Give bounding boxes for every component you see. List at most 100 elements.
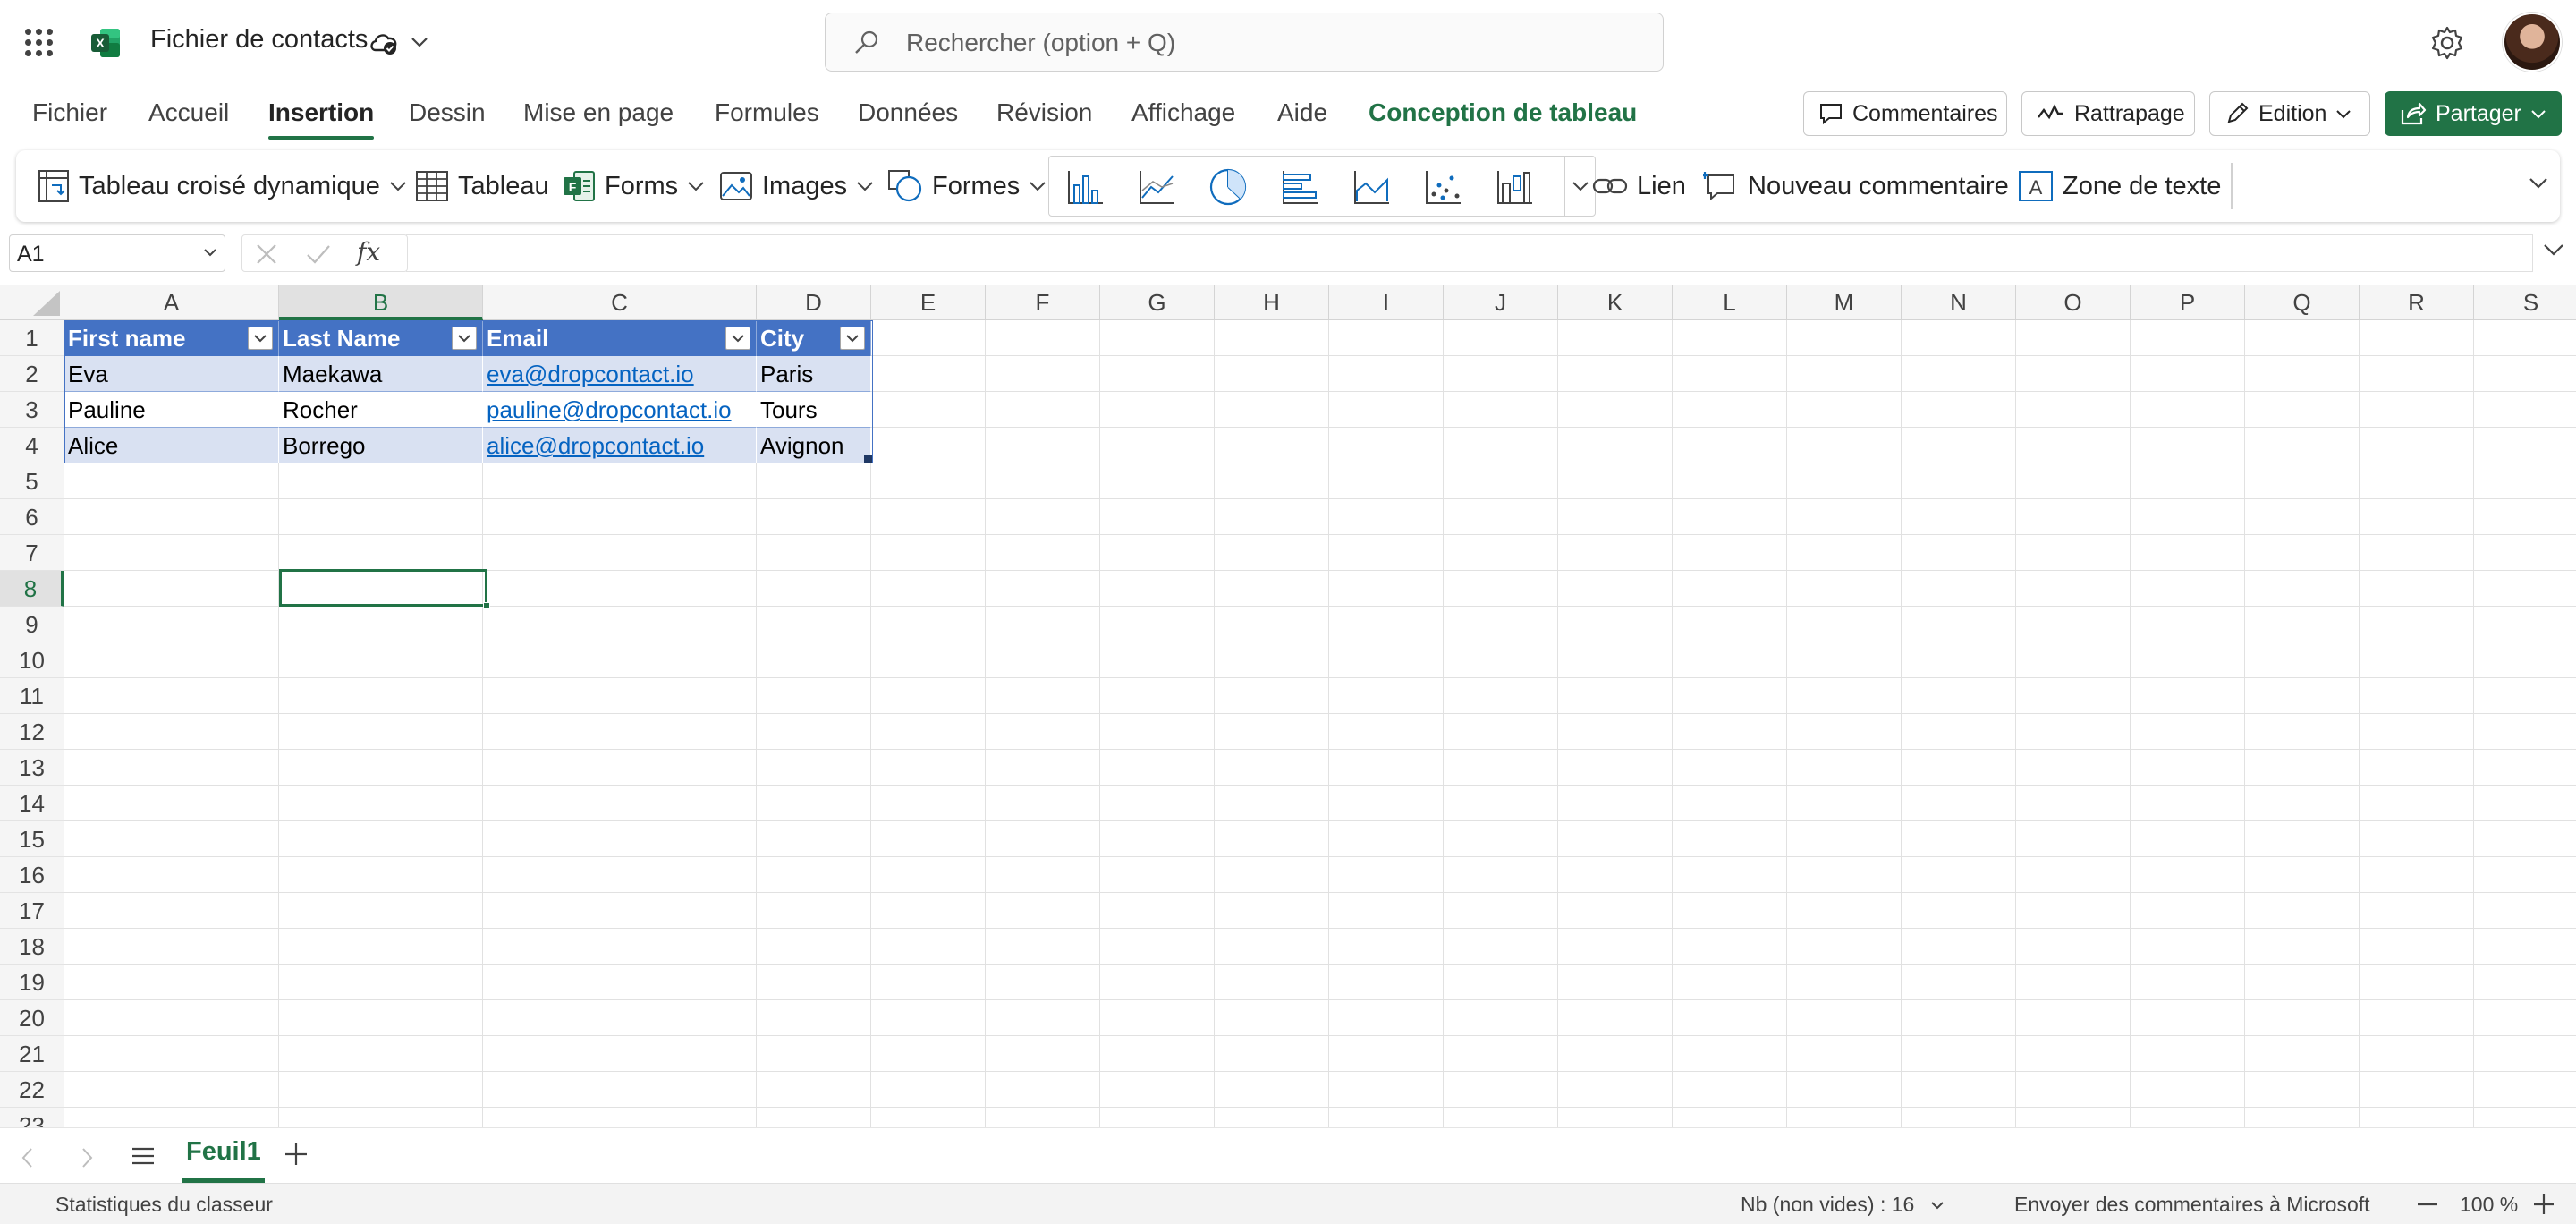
- comments-button[interactable]: Commentaires: [1803, 91, 2007, 136]
- email-link-cell[interactable]: pauline@dropcontact.io: [483, 392, 757, 428]
- tab-conception-de-tableau[interactable]: Conception de tableau: [1368, 98, 1637, 127]
- pie-chart-button[interactable]: [1203, 164, 1253, 210]
- line-chart-button[interactable]: [1131, 164, 1182, 210]
- scatter-chart-button[interactable]: [1418, 164, 1468, 210]
- column-header-c[interactable]: C: [483, 285, 757, 320]
- row-header-20[interactable]: 20: [0, 1000, 64, 1036]
- count-nonempty[interactable]: Nb (non vides) : 16: [1741, 1193, 1914, 1217]
- row-header-22[interactable]: 22: [0, 1072, 64, 1108]
- row-header-17[interactable]: 17: [0, 893, 64, 929]
- document-title[interactable]: Fichier de contacts: [150, 25, 368, 55]
- column-header-f[interactable]: F: [986, 285, 1100, 320]
- row-header-7[interactable]: 7: [0, 535, 64, 571]
- share-button[interactable]: Partager: [2385, 91, 2562, 136]
- tab-fichier[interactable]: Fichier: [32, 98, 107, 127]
- name-box[interactable]: A1: [9, 234, 225, 272]
- app-launcher-icon[interactable]: [25, 29, 54, 57]
- column-header-a[interactable]: A: [64, 285, 279, 320]
- tab-revision[interactable]: Révision: [996, 98, 1092, 127]
- table-header-cell[interactable]: Last Name: [279, 320, 483, 356]
- tab-accueil[interactable]: Accueil: [148, 98, 229, 127]
- tab-mise-en-page[interactable]: Mise en page: [523, 98, 674, 127]
- user-avatar[interactable]: [2503, 13, 2562, 72]
- row-header-5[interactable]: 5: [0, 463, 64, 499]
- tab-formules[interactable]: Formules: [715, 98, 819, 127]
- workbook-stats-button[interactable]: Statistiques du classeur: [55, 1193, 273, 1217]
- shapes-button[interactable]: Formes: [887, 165, 1046, 208]
- column-header-k[interactable]: K: [1558, 285, 1673, 320]
- table-data-cell[interactable]: Rocher: [279, 392, 483, 428]
- table-data-cell[interactable]: Alice: [64, 428, 279, 463]
- column-header-d[interactable]: D: [757, 285, 871, 320]
- tab-donnees[interactable]: Données: [858, 98, 958, 127]
- row-header-4[interactable]: 4: [0, 428, 64, 463]
- column-header-b[interactable]: B: [279, 285, 483, 320]
- forms-button[interactable]: F Forms: [562, 165, 705, 208]
- images-button[interactable]: Images: [719, 165, 874, 208]
- row-header-19[interactable]: 19: [0, 965, 64, 1000]
- row-header-16[interactable]: 16: [0, 857, 64, 893]
- column-header-e[interactable]: E: [871, 285, 986, 320]
- row-header-9[interactable]: 9: [0, 607, 64, 642]
- insert-function-icon[interactable]: fx: [357, 237, 380, 267]
- all-sheets-menu-icon[interactable]: [131, 1144, 156, 1168]
- ribbon-expand-chevron-icon[interactable]: [2528, 175, 2549, 190]
- zoom-level[interactable]: 100 %: [2460, 1193, 2518, 1217]
- column-chart-button[interactable]: [1060, 164, 1110, 210]
- column-header-o[interactable]: O: [2016, 285, 2131, 320]
- table-data-cell[interactable]: Pauline: [64, 392, 279, 428]
- link-button[interactable]: Lien: [1592, 165, 1686, 208]
- catchup-button[interactable]: Rattrapage: [2021, 91, 2195, 136]
- filter-dropdown-button[interactable]: [248, 327, 273, 350]
- spreadsheet-grid[interactable]: ABCDEFGHIJKLMNOPQRS 1 2 3 4 5 6 7 8 9 10 11 12 13 14 1…: [0, 285, 2576, 1127]
- tab-affichage[interactable]: Affichage: [1131, 98, 1235, 127]
- search-box[interactable]: Rechercher (option + Q): [825, 13, 1664, 72]
- column-header-r[interactable]: R: [2360, 285, 2474, 320]
- settings-gear-icon[interactable]: [2429, 25, 2465, 61]
- area-chart-button[interactable]: [1346, 164, 1396, 210]
- column-header-q[interactable]: Q: [2245, 285, 2360, 320]
- row-header-3[interactable]: 3: [0, 392, 64, 428]
- confirm-check-icon[interactable]: [305, 242, 332, 266]
- table-data-cell[interactable]: Borrego: [279, 428, 483, 463]
- tab-insertion[interactable]: Insertion: [268, 98, 375, 140]
- other-charts-button[interactable]: [1489, 164, 1539, 210]
- table-button[interactable]: Tableau: [415, 165, 549, 208]
- cloud-saved-icon[interactable]: [369, 29, 399, 55]
- table-data-cell[interactable]: Maekawa: [279, 356, 483, 392]
- selected-cell-b8[interactable]: [279, 569, 490, 609]
- row-header-11[interactable]: 11: [0, 678, 64, 714]
- email-link-cell[interactable]: eva@dropcontact.io: [483, 356, 757, 392]
- tab-dessin[interactable]: Dessin: [409, 98, 486, 127]
- formula-input[interactable]: [406, 234, 2533, 272]
- column-header-i[interactable]: I: [1329, 285, 1444, 320]
- table-header-cell[interactable]: First name: [64, 320, 279, 356]
- column-header-g[interactable]: G: [1100, 285, 1215, 320]
- row-header-6[interactable]: 6: [0, 499, 64, 535]
- email-link-cell[interactable]: alice@dropcontact.io: [483, 428, 757, 463]
- row-header-8[interactable]: 8: [0, 571, 64, 607]
- row-header-10[interactable]: 10: [0, 642, 64, 678]
- zoom-in-plus-icon[interactable]: [2531, 1193, 2556, 1216]
- row-header-14[interactable]: 14: [0, 786, 64, 821]
- select-all-corner[interactable]: [0, 285, 64, 320]
- pivot-table-button[interactable]: Tableau croisé dynamique: [38, 165, 407, 208]
- row-header-23[interactable]: 23: [0, 1108, 64, 1127]
- table-header-cell[interactable]: City: [757, 320, 871, 356]
- row-header-1[interactable]: 1: [0, 320, 64, 356]
- column-header-m[interactable]: M: [1787, 285, 1902, 320]
- add-sheet-plus-icon[interactable]: [283, 1141, 309, 1168]
- column-header-j[interactable]: J: [1444, 285, 1558, 320]
- table-data-cell[interactable]: Tours: [757, 392, 871, 428]
- row-header-18[interactable]: 18: [0, 929, 64, 965]
- chevron-down-icon[interactable]: [1930, 1200, 1945, 1211]
- previous-sheet-chevron-icon[interactable]: [18, 1146, 38, 1169]
- filter-dropdown-button[interactable]: [840, 327, 865, 350]
- table-data-cell[interactable]: Paris: [757, 356, 871, 392]
- row-header-21[interactable]: 21: [0, 1036, 64, 1072]
- table-resize-handle[interactable]: [864, 455, 872, 463]
- cancel-x-icon[interactable]: [255, 242, 278, 266]
- filter-dropdown-button[interactable]: [452, 327, 477, 350]
- column-header-s[interactable]: S: [2474, 285, 2576, 320]
- chevron-down-icon[interactable]: [410, 34, 429, 50]
